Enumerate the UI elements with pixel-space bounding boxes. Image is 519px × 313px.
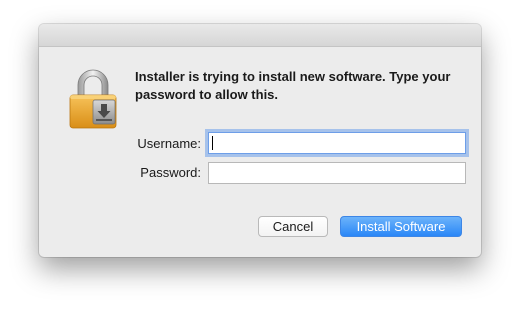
screen-background: Installer is trying to install new softw… bbox=[0, 0, 519, 313]
username-field[interactable] bbox=[208, 132, 466, 154]
text-caret bbox=[212, 136, 213, 150]
dialog-titlebar[interactable] bbox=[39, 24, 481, 47]
lock-installer-icon bbox=[69, 69, 117, 129]
username-label: Username: bbox=[137, 136, 201, 151]
install-software-button[interactable]: Install Software bbox=[340, 216, 462, 237]
auth-dialog: Installer is trying to install new softw… bbox=[39, 24, 481, 257]
cancel-button[interactable]: Cancel bbox=[258, 216, 328, 237]
dialog-message: Installer is trying to install new softw… bbox=[135, 69, 451, 102]
password-field[interactable] bbox=[208, 162, 466, 184]
password-label: Password: bbox=[140, 165, 201, 180]
